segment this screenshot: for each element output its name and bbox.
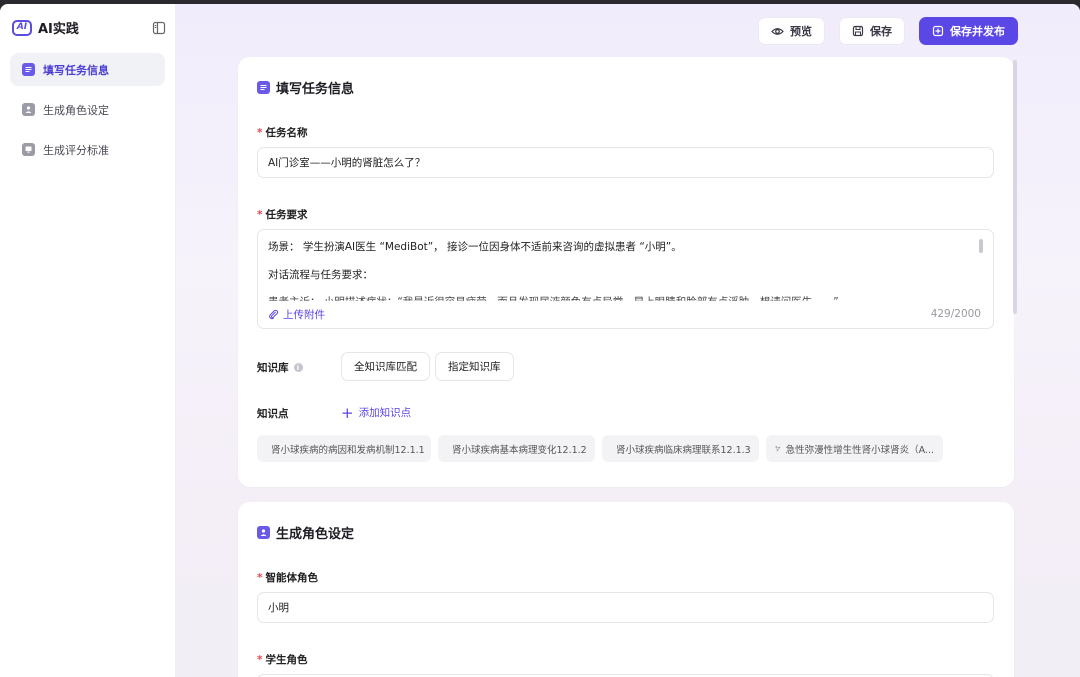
knowledge-point-chip[interactable]: 肾小球疾病临床病理联系12.1.3 [602, 435, 759, 462]
knowledge-base-label: 知识库 i [257, 360, 303, 375]
student-role-label: * 学生角色 [257, 654, 308, 666]
knowledge-point-chip[interactable]: 急性弥漫性增生性肾小球肾炎（A... [766, 435, 943, 462]
sidebar-item-label: 生成评分标准 [43, 143, 109, 157]
requirement-text-line: 对话流程与任务要求： [268, 269, 373, 281]
sidebar-collapse-icon[interactable] [152, 21, 166, 35]
brand: AI AI实践 [12, 18, 79, 37]
task-name-label: * 任务名称 [257, 127, 308, 139]
knowledge-base-option-all[interactable]: 全知识库匹配 [341, 352, 430, 381]
required-mark: * [257, 127, 263, 139]
sidebar: AI AI实践 填写任务信息 生成角色设定 生成评分标准 [0, 4, 176, 677]
preview-button[interactable]: 预览 [758, 17, 825, 45]
card-title: 填写任务信息 [276, 82, 355, 97]
document-icon [257, 81, 270, 94]
paperclip-icon [269, 309, 279, 320]
publish-icon [932, 25, 944, 37]
task-name-input[interactable]: AI门诊室——小明的肾脏怎么了？ [257, 147, 994, 178]
ai-logo-icon: AI [12, 19, 32, 36]
publish-label: 保存并发布 [950, 25, 1005, 38]
info-icon[interactable]: i [293, 363, 303, 372]
upload-attachment-button[interactable]: 上传附件 [268, 307, 325, 322]
document-icon [22, 63, 35, 76]
preview-label: 预览 [790, 25, 812, 38]
sidebar-nav: 填写任务信息 生成角色设定 生成评分标准 [10, 53, 165, 173]
textarea-scrollbar[interactable] [979, 239, 983, 253]
knowledge-points-label: 知识点 [257, 408, 289, 420]
required-mark: * [257, 572, 263, 584]
knowledge-point-chip[interactable]: 肾小球疾病的病因和发病机制12.1.1 [257, 435, 431, 462]
card-title: 生成角色设定 [276, 527, 355, 542]
save-label: 保存 [870, 25, 892, 38]
agent-role-label: * 智能体角色 [257, 572, 318, 584]
knowledge-point-chip[interactable]: 肾小球疾病基本病理变化12.1.2 [438, 435, 595, 462]
requirement-text-line: 场景： 学生扮演AI医生 “MediBot”， 接诊一位因身体不适前来咨询的虚拟… [268, 241, 682, 253]
app-window: AI AI实践 填写任务信息 生成角色设定 生成评分标准 预览 保存 保存并发布… [0, 4, 1080, 677]
task-info-card: 填写任务信息 * 任务名称 AI门诊室——小明的肾脏怎么了？ * 任务要求 场景： … [238, 57, 1014, 487]
role-setting-card: 生成角色设定 * 智能体角色 小明 * 学生角色 [238, 502, 1014, 677]
user-icon [22, 103, 35, 116]
sidebar-item-task-info[interactable]: 填写任务信息 [10, 53, 165, 86]
save-icon [852, 25, 864, 37]
add-knowledge-point-button[interactable]: + 添加知识点 [341, 405, 411, 420]
eye-icon [771, 27, 784, 35]
plus-icon: + [341, 403, 354, 422]
node-icon [775, 446, 781, 452]
save-and-publish-button[interactable]: 保存并发布 [919, 17, 1018, 45]
agent-role-input[interactable]: 小明 [257, 592, 994, 623]
card-header: 生成角色设定 [257, 523, 354, 542]
card-header: 填写任务信息 [257, 78, 354, 97]
page-scrollbar[interactable] [1013, 60, 1017, 314]
main-content: 预览 保存 保存并发布 填写任务信息 * 任务名称 AI门诊室——小明的肾脏怎么… [176, 4, 1080, 677]
save-button[interactable]: 保存 [839, 17, 905, 45]
required-mark: * [257, 209, 263, 221]
sidebar-item-label: 填写任务信息 [43, 63, 109, 77]
char-counter: 429/2000 [930, 308, 981, 320]
monitor-icon [22, 143, 35, 156]
sidebar-item-scoring-criteria[interactable]: 生成评分标准 [10, 133, 165, 166]
task-requirement-textarea[interactable]: 场景： 学生扮演AI医生 “MediBot”， 接诊一位因身体不适前来咨询的虚拟… [257, 229, 994, 329]
requirement-text-line: 患者主诉： 小明描述症状：“我最近很容易疲劳，而且发现尿液颜色有点异常，早上眼睛… [268, 296, 839, 308]
toolbar: 预览 保存 保存并发布 [758, 17, 1018, 45]
required-mark: * [257, 654, 263, 666]
sidebar-item-label: 生成角色设定 [43, 103, 109, 117]
task-requirement-label: * 任务要求 [257, 209, 308, 221]
sidebar-item-role-setting[interactable]: 生成角色设定 [10, 93, 165, 126]
user-icon [257, 526, 270, 539]
app-name: AI实践 [38, 22, 79, 37]
knowledge-base-option-specified[interactable]: 指定知识库 [435, 352, 514, 381]
